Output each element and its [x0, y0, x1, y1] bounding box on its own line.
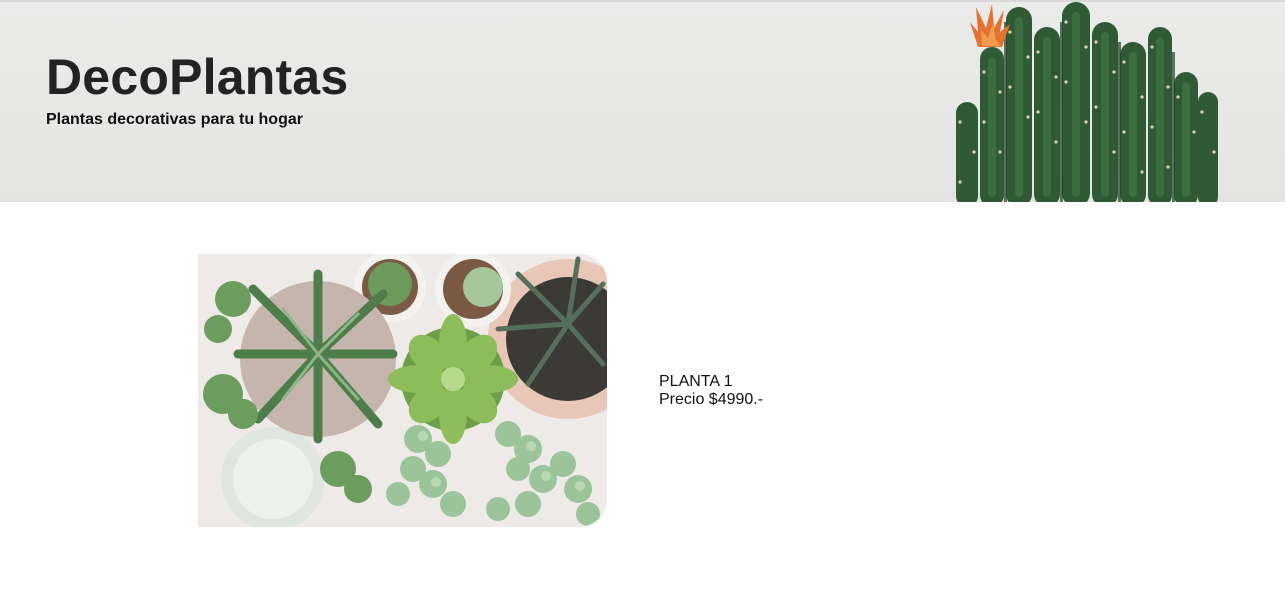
product-card-image[interactable] — [198, 254, 607, 527]
site-header: DecoPlantas Plantas decorativas para tu … — [0, 0, 1285, 202]
succulents-image — [198, 254, 607, 527]
cactus-image — [956, 2, 1218, 202]
site-subtitle: Plantas decorativas para tu hogar — [46, 111, 303, 128]
site-title: DecoPlantas — [46, 49, 349, 105]
product-name: PLANTA 1 — [659, 373, 733, 390]
product-info: PLANTA 1 Precio $4990.- — [659, 373, 763, 409]
product-price: Precio $4990.- — [659, 391, 764, 408]
